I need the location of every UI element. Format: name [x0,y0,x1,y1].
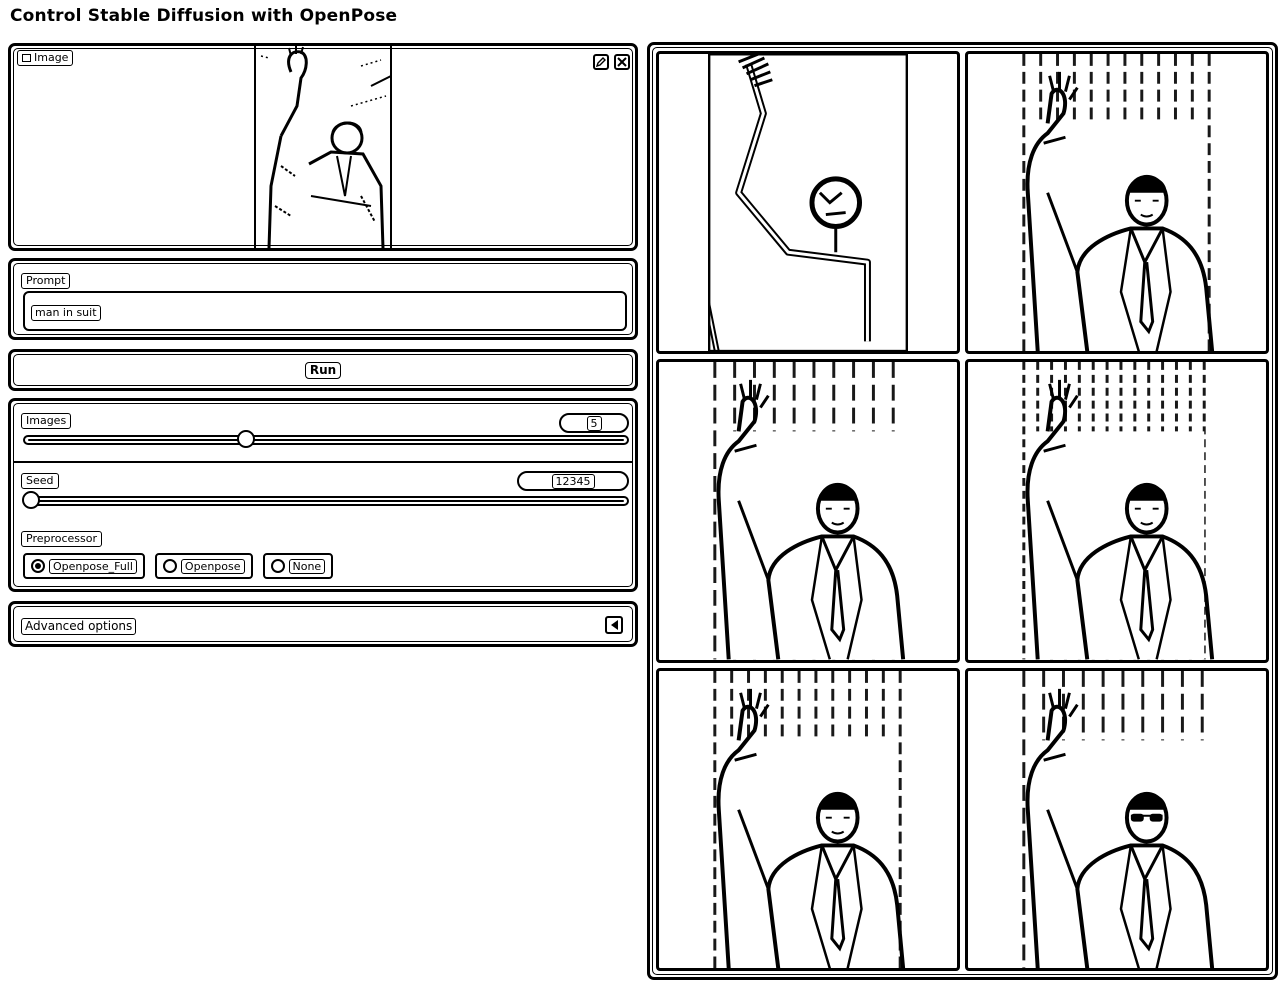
collapse-arrow-icon[interactable] [605,616,623,634]
clear-image-button[interactable] [614,54,630,70]
seed-value: 12345 [551,473,595,489]
images-slider-thumb[interactable] [236,430,255,448]
gallery-item-1[interactable] [656,51,960,355]
gallery-item-5[interactable] [656,667,960,971]
preprocessor-option-label: Openpose_Full [49,558,137,574]
radio-dot-icon [270,559,285,573]
preprocessor-option-openpose[interactable]: Openpose [154,553,253,579]
gallery-item-6[interactable] [965,667,1269,971]
pose-skeleton-image [708,54,908,352]
preprocessor-option-none[interactable]: None [262,553,334,579]
input-photo [251,46,397,248]
preprocessor-option-label: None [288,558,326,574]
image-input-panel[interactable]: Image [8,43,638,251]
run-button[interactable]: Run [8,349,638,391]
close-icon [617,57,627,67]
images-number-input[interactable]: 5 [559,413,629,433]
image-label: Image [34,51,69,64]
controls-panel: Images 5 Seed 12345 Preprocessor Openpos… [8,398,638,592]
preprocessor-label: Preprocessor [21,531,103,547]
generated-image [1017,362,1217,660]
image-label-tag: Image [17,50,74,66]
gallery-item-2[interactable] [965,51,1269,355]
app-title: Control Stable Diffusion with OpenPose [10,6,398,26]
prompt-panel: Prompt man in suit [8,258,638,340]
images-label: Images [21,413,72,429]
images-slider[interactable] [23,430,629,448]
radio-dot-icon [31,559,45,573]
prompt-value: man in suit [31,305,101,321]
radio-dot-icon [162,559,177,573]
preprocessor-option-label: Openpose [180,558,245,574]
preprocessor-option-openpose-full[interactable]: Openpose_Full [23,553,145,579]
generated-image [1017,54,1217,352]
output-gallery [647,42,1278,980]
pencil-icon [596,57,606,67]
run-label: Run [304,361,342,379]
images-value: 5 [586,415,602,431]
gallery-item-3[interactable] [656,359,960,663]
edit-image-button[interactable] [593,54,609,70]
seed-slider-thumb[interactable] [22,491,40,509]
image-icon [22,54,31,62]
gallery-grid [656,51,1269,971]
prompt-label: Prompt [21,273,71,289]
seed-number-input[interactable]: 12345 [517,471,629,491]
seed-label: Seed [21,473,59,489]
prompt-input[interactable]: man in suit [23,291,627,331]
generated-image [708,362,908,660]
advanced-options-label: Advanced options [21,618,137,635]
advanced-options-accordion[interactable]: Advanced options [8,601,638,647]
preprocessor-radio-group: Openpose_Full Openpose None [23,553,334,579]
divider [13,461,633,463]
generated-image [1017,670,1217,968]
gallery-item-4[interactable] [965,359,1269,663]
seed-slider[interactable] [22,491,629,509]
generated-image [708,670,908,968]
